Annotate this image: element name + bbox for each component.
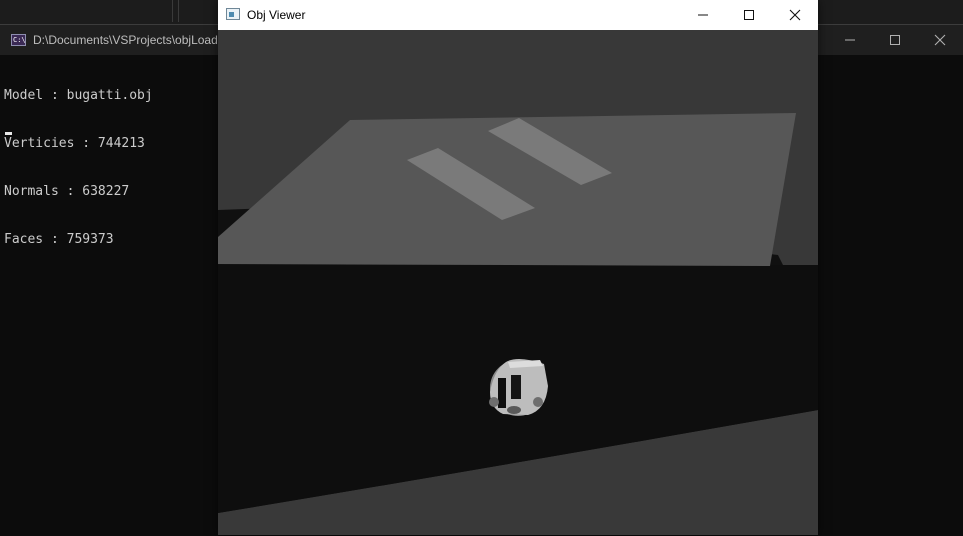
minimize-icon bbox=[698, 14, 708, 16]
maximize-icon bbox=[744, 10, 754, 20]
viewer-close-button[interactable] bbox=[772, 0, 818, 30]
console-line-normals: Normals : 638227 bbox=[4, 184, 130, 199]
maximize-icon bbox=[890, 35, 900, 45]
console-maximize-button[interactable] bbox=[872, 25, 918, 55]
viewer-app-icon bbox=[226, 8, 240, 20]
background-divider bbox=[172, 0, 173, 22]
console-minimize-button[interactable] bbox=[827, 25, 873, 55]
console-line-verticies: Verticies : 744213 bbox=[4, 136, 145, 151]
viewer-titlebar[interactable]: Obj Viewer bbox=[218, 0, 818, 30]
render-viewport[interactable] bbox=[218, 30, 818, 535]
console-cursor bbox=[5, 132, 12, 135]
close-icon bbox=[934, 34, 946, 46]
viewer-maximize-button[interactable] bbox=[726, 0, 772, 30]
background-divider bbox=[178, 0, 179, 22]
minimize-icon bbox=[845, 39, 855, 41]
obj-viewer-window[interactable]: Obj Viewer bbox=[218, 0, 818, 535]
console-close-button[interactable] bbox=[917, 25, 963, 55]
close-icon bbox=[789, 9, 801, 21]
console-line-model: Model : bugatti.obj bbox=[4, 88, 153, 103]
viewer-minimize-button[interactable] bbox=[680, 0, 726, 30]
console-line-faces: Faces : 759373 bbox=[4, 232, 114, 247]
viewer-window-title: Obj Viewer bbox=[247, 8, 306, 22]
console-app-icon: C:\ bbox=[11, 34, 26, 46]
console-output: Model : bugatti.obj Verticies : 744213 N… bbox=[4, 56, 153, 280]
